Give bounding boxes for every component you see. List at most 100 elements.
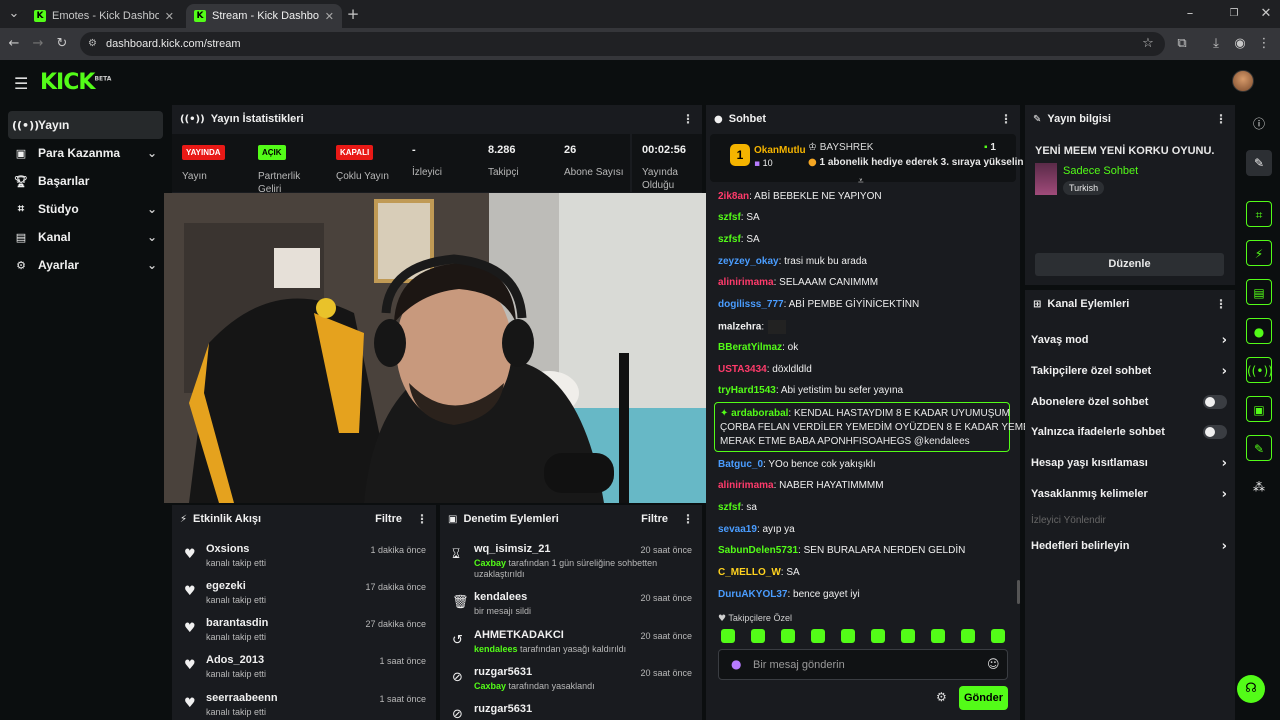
sidebar-item-para-kazanma[interactable]: ▣ Para Kazanma ⌄ — [8, 139, 163, 167]
filter-button[interactable]: Filtre — [641, 513, 668, 525]
chat-username[interactable]: sevaa19 — [718, 524, 757, 535]
chat-username[interactable]: DuruAKYOL37 — [718, 589, 787, 600]
chat-input[interactable]: ● Bir mesaj gönderin ☺ — [718, 649, 1008, 680]
window-close-icon[interactable]: ✕ — [1256, 4, 1276, 24]
close-icon[interactable]: ✕ — [165, 10, 174, 23]
mic-icon[interactable]: ● — [731, 657, 741, 671]
download-icon[interactable]: ⤓ — [1206, 34, 1226, 54]
bookmark-star-icon[interactable]: ☆ — [1138, 34, 1158, 54]
emote-button[interactable] — [721, 629, 735, 643]
address-bar[interactable]: ⚙ dashboard.kick.com/stream — [80, 32, 1165, 56]
chat-username[interactable]: zeyzey_okay — [718, 256, 779, 267]
item-name[interactable]: ruzgar5631 — [474, 666, 532, 678]
more-menu-icon[interactable]: ⋮ — [1215, 112, 1227, 126]
site-info-icon[interactable]: ⚙ — [88, 32, 97, 56]
browser-tab-stream[interactable]: K Stream - Kick Dashboard ✕ — [186, 4, 342, 28]
browser-menu-icon[interactable]: ⋮ — [1254, 34, 1274, 54]
chat-bubble-icon[interactable]: ● — [1246, 318, 1272, 344]
support-headset-icon[interactable]: ☊ — [1237, 675, 1265, 703]
maximize-icon[interactable]: ❐ — [1224, 4, 1244, 24]
stream-video-preview[interactable] — [164, 193, 714, 503]
pinned-user-name[interactable]: BAYSHREK — [820, 142, 874, 153]
chat-username[interactable]: Batguc_0 — [718, 459, 763, 470]
action-account-age[interactable]: Hesap yaşı kısıtlaması › — [1031, 453, 1227, 473]
item-name[interactable]: wq_isimsiz_21 — [474, 543, 550, 555]
chat-username[interactable]: ardaborabal — [731, 408, 788, 419]
send-button[interactable]: Gönder — [959, 686, 1008, 710]
action-followers-only[interactable]: Takipçilere özel sohbet › — [1031, 361, 1227, 381]
close-icon[interactable]: ✕ — [325, 10, 334, 23]
more-menu-icon[interactable]: ⋮ — [416, 512, 428, 526]
user-avatar[interactable] — [1232, 70, 1254, 92]
chat-settings-gear-icon[interactable]: ⚙ — [936, 690, 947, 704]
action-banned-words[interactable]: Yasaklanmış kelimeler › — [1031, 484, 1227, 504]
action-set-targets[interactable]: Hedefleri belirleyin › — [1031, 536, 1227, 556]
emote-button[interactable] — [811, 629, 825, 643]
chat-username[interactable]: malzehra — [718, 322, 761, 333]
item-name[interactable]: egezeki — [206, 580, 246, 592]
sidebar-item-studyo[interactable]: ⌗ Stüdyo ⌄ — [8, 195, 163, 223]
gifter-name[interactable]: OkanMutlu — [754, 145, 806, 156]
back-icon[interactable]: ← — [4, 34, 24, 54]
more-menu-icon[interactable]: ⋮ — [682, 112, 694, 126]
expand-pinned-icon[interactable]: ⩡ — [858, 176, 864, 187]
chat-username[interactable]: dogilisss_777 — [718, 299, 784, 310]
emoji-picker-icon[interactable]: ☺ — [987, 657, 1000, 671]
chat-username[interactable]: C_MELLO_W — [718, 567, 781, 578]
item-name[interactable]: barantasdin — [206, 617, 268, 629]
emote-button[interactable] — [901, 629, 915, 643]
emote-button[interactable] — [931, 629, 945, 643]
moderation-icon[interactable]: ▣ — [1246, 396, 1272, 422]
emote-button[interactable] — [871, 629, 885, 643]
sidebar-item-yayin[interactable]: ((•)) Yayın — [8, 111, 163, 139]
more-menu-icon[interactable]: ⋮ — [1215, 297, 1227, 311]
chat-username[interactable]: alinirimama — [718, 480, 774, 491]
item-name[interactable]: ruzgar5631 — [474, 703, 532, 715]
profile-icon[interactable]: ◉ — [1230, 34, 1250, 54]
wrench-icon[interactable]: ✎ — [1246, 435, 1272, 461]
info-icon[interactable]: ⓘ — [1246, 111, 1272, 137]
item-name[interactable]: kendalees — [474, 591, 527, 603]
document-icon[interactable]: ▤ — [1246, 279, 1272, 305]
chat-username[interactable]: BBeratYilmaz — [718, 342, 782, 353]
chat-username[interactable]: 2ik8an — [718, 191, 749, 202]
category-thumbnail[interactable] — [1035, 163, 1057, 195]
extensions-icon[interactable]: ⧉ — [1172, 34, 1192, 54]
category-name[interactable]: Sadece Sohbet — [1063, 165, 1138, 177]
emote-button[interactable] — [841, 629, 855, 643]
reload-icon[interactable]: ↻ — [52, 34, 72, 54]
item-name[interactable]: Ados_2013 — [206, 654, 264, 666]
item-name[interactable]: seerraabeenn — [206, 692, 278, 704]
sidebar-item-kanal[interactable]: ▤ Kanal ⌄ — [8, 223, 163, 251]
sidebar-item-ayarlar[interactable]: ⚙ Ayarlar ⌄ — [8, 251, 163, 279]
chat-username[interactable]: szfsf — [718, 502, 741, 513]
emote-button[interactable] — [961, 629, 975, 643]
more-menu-icon[interactable]: ⋮ — [682, 512, 694, 526]
qr-icon[interactable]: ⌗ — [1246, 201, 1272, 227]
actor-name[interactable]: kendalees — [474, 644, 518, 654]
more-menu-icon[interactable]: ⋮ — [1000, 112, 1012, 126]
sidebar-item-basarilar[interactable]: 🏆︎ Başarılar — [8, 167, 163, 195]
add-widget-icon[interactable]: ⁂ — [1246, 474, 1272, 500]
chat-username[interactable]: szfsf — [718, 234, 741, 245]
item-name[interactable]: Oxsions — [206, 543, 249, 555]
emotes-only-toggle[interactable] — [1203, 425, 1227, 439]
forward-icon[interactable]: → — [28, 34, 48, 54]
emote-button[interactable] — [781, 629, 795, 643]
chat-username[interactable]: SabunDelen5731 — [718, 545, 798, 556]
kick-logo[interactable]: KICKBETA — [40, 70, 111, 95]
actor-name[interactable]: Caxbay — [474, 681, 506, 691]
chat-username[interactable]: szfsf — [718, 212, 741, 223]
browser-tab-emotes[interactable]: K Emotes - Kick Dashboard ✕ — [26, 4, 182, 28]
emote-button[interactable] — [751, 629, 765, 643]
filter-button[interactable]: Filtre — [375, 513, 402, 525]
chat-username[interactable]: USTA3434 — [718, 364, 767, 375]
item-name[interactable]: AHMETKADAKCI — [474, 629, 564, 641]
action-slow-mode[interactable]: Yavaş mod › — [1031, 330, 1227, 350]
broadcast-icon[interactable]: ((•)) — [1246, 357, 1273, 383]
edit-pencil-icon[interactable]: ✎ — [1246, 150, 1272, 176]
minimize-icon[interactable]: – — [1180, 4, 1200, 24]
actor-name[interactable]: Caxbay — [474, 558, 506, 568]
chat-username[interactable]: tryHard1543 — [718, 385, 776, 396]
new-tab-icon[interactable]: + — [343, 4, 363, 24]
